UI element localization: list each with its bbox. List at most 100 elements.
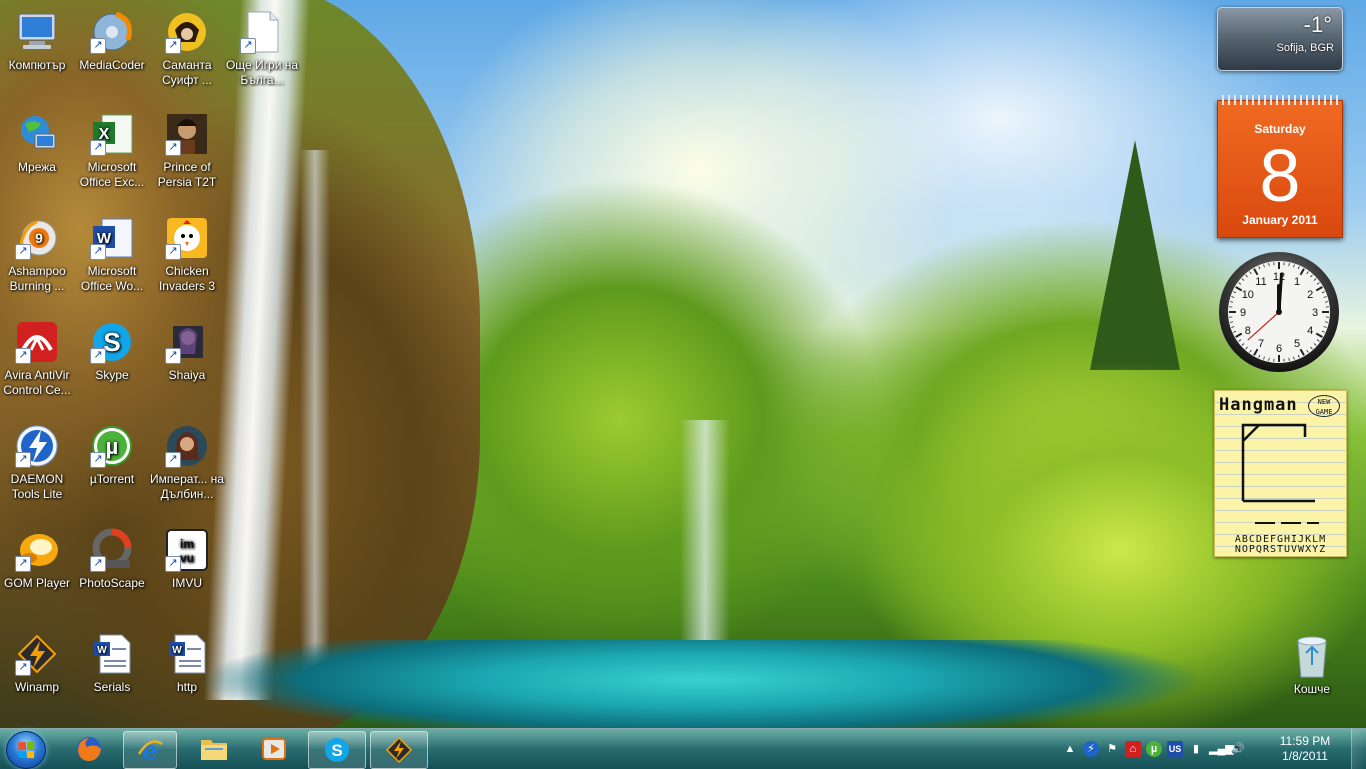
shortcut-arrow-icon: ↗ [90, 452, 106, 468]
svg-text:im: im [180, 537, 194, 551]
wallpaper-waterfall-center [680, 420, 730, 650]
action-center-flag-icon[interactable]: ⚑ [1104, 741, 1120, 757]
clock-numeral: 7 [1258, 338, 1264, 350]
avira-icon: ↗ [13, 318, 61, 366]
taskbar-skype[interactable]: S [308, 731, 366, 769]
word-document-icon: W [163, 630, 211, 678]
desktop-icon-imvu[interactable]: imvu ↗ IMVU [150, 526, 224, 591]
shortcut-arrow-icon: ↗ [165, 556, 181, 572]
desktop-icon-utorrent[interactable]: µ ↗ µTorrent [75, 422, 149, 487]
hangman-letters-row2[interactable]: NOPQRSTUVWXYZ [1217, 544, 1344, 555]
hangman-gadget[interactable]: Hangman NEW GAME ABCDEFGHIJKLM NOPQRSTUV… [1214, 390, 1347, 557]
shortcut-arrow-icon: ↗ [90, 140, 106, 156]
desktop-icon-avira[interactable]: ↗ Avira AntiVir Control Ce... [0, 318, 74, 398]
svg-text:W: W [172, 645, 182, 656]
clock-numeral: 6 [1276, 343, 1282, 355]
shortcut-arrow-icon: ↗ [90, 556, 106, 572]
taskbar-windows-explorer[interactable] [186, 731, 242, 767]
winamp-icon [385, 736, 413, 764]
folder-icon [199, 736, 229, 762]
excel-icon: X ↗ [88, 110, 136, 158]
desktop-icon-shaiya[interactable]: ↗ Shaiya [150, 318, 224, 383]
wallpaper-waterfall-small [300, 150, 330, 670]
desktop-icon-word[interactable]: W ↗ Microsoft Office Wo... [75, 214, 149, 294]
avira-tray-icon[interactable]: ⌂ [1125, 741, 1141, 757]
weather-gadget[interactable]: -1° Sofija, BGR [1217, 7, 1343, 71]
blank-document-icon: ↗ [238, 8, 286, 56]
desktop-icon-more-games[interactable]: ↗ Още Игри на Бълга... [225, 8, 299, 88]
desktop-icon-ashampoo[interactable]: 9 ↗ Ashampoo Burning ... [0, 214, 74, 294]
windows-logo-icon [18, 742, 34, 759]
taskbar-date: 1/8/2011 [1270, 749, 1340, 764]
taskbar: e S ▲ ⚡ ⚑ ⌂ µ US ▮ ▂▄▆ 🔊 11:59 PM 1/8/20… [0, 728, 1366, 769]
taskbar-internet-explorer[interactable]: e [123, 731, 177, 769]
utorrent-tray-icon[interactable]: µ [1146, 741, 1162, 757]
weather-city: Sofija, BGR [1277, 42, 1334, 54]
svg-text:S: S [331, 741, 342, 760]
shortcut-arrow-icon: ↗ [165, 38, 181, 54]
desktop-icon-recycle-bin[interactable]: Кошче [1275, 632, 1349, 696]
calendar-gadget[interactable]: Saturday 8 January 2011 [1217, 100, 1343, 238]
desktop-icon-mediacoder[interactable]: ↗ MediaCoder [75, 8, 149, 73]
language-indicator[interactable]: US [1167, 741, 1183, 757]
taskbar-clock[interactable]: 11:59 PM 1/8/2011 [1270, 734, 1340, 764]
start-button[interactable] [6, 731, 46, 769]
desktop-icon-skype[interactable]: S ↗ Skype [75, 318, 149, 383]
show-hidden-icons-arrow-icon[interactable]: ▲ [1062, 741, 1078, 757]
internet-explorer-icon: e [136, 736, 164, 764]
safely-remove-hardware-icon[interactable]: ▮ [1188, 741, 1204, 757]
utorrent-icon: µ ↗ [88, 422, 136, 470]
media-player-icon [260, 735, 288, 763]
firefox-icon [75, 735, 103, 763]
shortcut-arrow-icon: ↗ [165, 452, 181, 468]
samantha-swift-game-icon: ↗ [163, 8, 211, 56]
clock-numeral: 12 [1273, 271, 1285, 283]
clock-numeral: 4 [1307, 325, 1313, 337]
svg-text:W: W [97, 645, 107, 656]
svg-text:9: 9 [35, 230, 43, 246]
hangman-gallows [1215, 391, 1346, 531]
computer-icon [13, 8, 61, 56]
clock-numeral: 2 [1307, 289, 1313, 301]
shortcut-arrow-icon: ↗ [90, 38, 106, 54]
clock-gadget[interactable]: 121234567891011 [1217, 250, 1341, 374]
desktop-icon-prince-of-persia[interactable]: ↗ Prince of Persia T2T [150, 110, 224, 190]
system-tray: ▲ ⚡ ⚑ ⌂ µ US ▮ ▂▄▆ 🔊 [1062, 729, 1246, 769]
svg-text:vu: vu [180, 551, 194, 565]
volume-icon[interactable]: 🔊 [1230, 741, 1246, 757]
shortcut-arrow-icon: ↗ [15, 660, 31, 676]
show-desktop-button[interactable] [1351, 729, 1366, 769]
taskbar-media-player[interactable] [246, 731, 302, 767]
clock-numeral: 1 [1294, 276, 1300, 288]
desktop-icon-samantha-swift[interactable]: ↗ Саманта Суифт ... [150, 8, 224, 88]
taskbar-winamp[interactable] [370, 731, 428, 769]
calendar-rings [1222, 95, 1338, 105]
desktop-icon-gom-player[interactable]: ↗ GOM Player [0, 526, 74, 591]
desktop-icon-http[interactable]: W http [150, 630, 224, 695]
winamp-icon: ↗ [13, 630, 61, 678]
desktop-icon-photoscape[interactable]: ↗ PhotoScape [75, 526, 149, 591]
desktop-icon-serials[interactable]: W Serials [75, 630, 149, 695]
word-document-icon: W [88, 630, 136, 678]
desktop-icon-computer[interactable]: Компютър [0, 8, 74, 73]
desktop-icon-network[interactable]: Мрежа [0, 110, 74, 175]
clock-numeral: 3 [1312, 307, 1318, 319]
clock-numeral: 5 [1294, 338, 1300, 350]
desktop-icon-daemon-tools[interactable]: ↗ DAEMON Tools Lite [0, 422, 74, 502]
shortcut-arrow-icon: ↗ [15, 556, 31, 572]
wallpaper-lake [200, 640, 1200, 728]
network-signal-icon[interactable]: ▂▄▆ [1209, 741, 1225, 757]
desktop-icon-winamp[interactable]: ↗ Winamp [0, 630, 74, 695]
desktop-icon-empire-game[interactable]: ↗ Императ... на Дълбин... [150, 422, 224, 502]
gom-player-icon: ↗ [13, 526, 61, 574]
taskbar-firefox[interactable] [60, 731, 118, 767]
mediacoder-icon: ↗ [88, 8, 136, 56]
clock-numeral: 8 [1245, 325, 1251, 337]
clock-numeral: 10 [1242, 289, 1254, 301]
daemon-tools-tray-icon[interactable]: ⚡ [1083, 741, 1099, 757]
shortcut-arrow-icon: ↗ [165, 244, 181, 260]
desktop-icon-excel[interactable]: X ↗ Microsoft Office Exc... [75, 110, 149, 190]
empire-game-icon: ↗ [163, 422, 211, 470]
desktop-icon-chicken-invaders[interactable]: ↗ Chicken Invaders 3 [150, 214, 224, 294]
imvu-icon: imvu ↗ [163, 526, 211, 574]
